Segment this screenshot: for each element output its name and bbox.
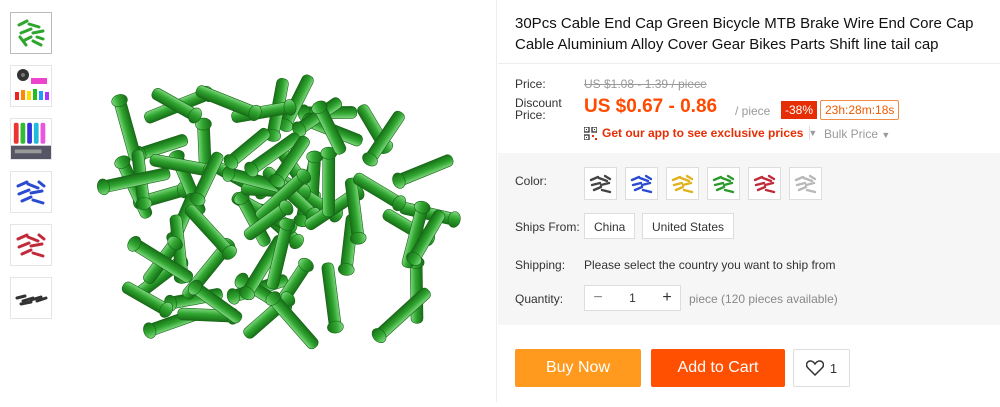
divider <box>498 63 1000 64</box>
price-label: Price: <box>515 77 546 91</box>
color-swatch-black[interactable] <box>584 167 617 200</box>
divider <box>496 0 497 402</box>
black-swatch-icon <box>589 174 612 194</box>
original-price: US $1.08 - 1.39 / piece <box>584 77 707 91</box>
color-swatch-blue[interactable] <box>625 167 658 200</box>
red-caps-thumb-icon <box>16 233 46 258</box>
blue-swatch-icon <box>630 174 653 194</box>
thumbnail-grips[interactable] <box>10 118 52 160</box>
red-swatch-icon <box>753 174 776 194</box>
colorful-caps-thumb-icon <box>15 69 49 100</box>
shipping-label: Shipping: <box>515 258 566 272</box>
wishlist-count: 1 <box>829 360 838 376</box>
blue-caps-thumb-icon <box>16 180 46 205</box>
bulk-price-text: Bulk Price <box>824 127 879 141</box>
buy-now-button[interactable]: Buy Now <box>515 349 641 387</box>
discount-price-label: Discount Price: <box>515 96 562 122</box>
color-swatch-red[interactable] <box>748 167 781 200</box>
green-swatch-icon <box>712 174 735 194</box>
shipping-message: Please select the country you want to sh… <box>584 258 836 272</box>
price-unit: / piece <box>735 104 771 118</box>
ships-from-label: Ships From: <box>515 220 580 234</box>
countdown-timer: 23h:28m:18s <box>820 100 900 120</box>
quantity-decrease-button[interactable]: − <box>585 286 611 310</box>
ships-from-china[interactable]: China <box>584 213 636 239</box>
thumbnail-list <box>10 12 56 330</box>
thumbnail-blue-caps[interactable] <box>10 171 52 213</box>
silver-swatch-icon <box>794 174 817 194</box>
quantity-stepper: − 1 + <box>584 285 681 311</box>
separator <box>809 126 810 140</box>
color-swatch-gold[interactable] <box>666 167 699 200</box>
app-price-link[interactable]: Get our app to see exclusive prices ▼ <box>584 126 817 140</box>
color-swatch-silver[interactable] <box>789 167 822 200</box>
gold-swatch-icon <box>671 174 694 194</box>
app-price-text: Get our app to see exclusive prices <box>602 126 804 140</box>
discount-badge: -38% <box>781 101 818 119</box>
discount-price: US $0.67 - 0.86 <box>584 96 718 117</box>
product-title: 30Pcs Cable End Cap Green Bicycle MTB Br… <box>515 15 974 53</box>
thumbnail-green-caps[interactable] <box>10 12 52 54</box>
green-caps-image <box>97 74 461 350</box>
heart-icon <box>805 360 824 376</box>
quantity-label: Quantity: <box>515 292 564 306</box>
ships-from-united-states[interactable]: United States <box>642 213 735 239</box>
thumbnail-black-caps[interactable] <box>10 277 52 319</box>
chevron-down-icon: ▼ <box>881 130 891 140</box>
thumbnail-red-caps[interactable] <box>10 224 52 266</box>
black-caps-thumb-icon <box>15 294 48 306</box>
grips-thumb-icon <box>11 122 51 159</box>
quantity-input[interactable]: 1 <box>611 286 654 310</box>
color-swatches <box>584 167 822 200</box>
green-caps-thumb-icon <box>17 19 45 47</box>
quantity-increase-button[interactable]: + <box>654 286 680 310</box>
product-info-panel: 30Pcs Cable End Cap Green Bicycle MTB Br… <box>498 0 1000 402</box>
qr-code-icon <box>584 126 597 140</box>
wishlist-button[interactable]: 1 <box>793 349 850 387</box>
main-product-image[interactable] <box>70 0 495 402</box>
availability-text: piece (120 pieces available) <box>689 292 838 306</box>
bulk-price-link[interactable]: Bulk Price ▼ <box>824 127 890 141</box>
color-label: Color: <box>515 174 548 188</box>
color-swatch-green[interactable] <box>707 167 740 200</box>
add-to-cart-button[interactable]: Add to Cart <box>651 349 785 387</box>
thumbnail-colorful-caps[interactable] <box>10 65 52 107</box>
product-page: 30Pcs Cable End Cap Green Bicycle MTB Br… <box>0 0 1000 402</box>
